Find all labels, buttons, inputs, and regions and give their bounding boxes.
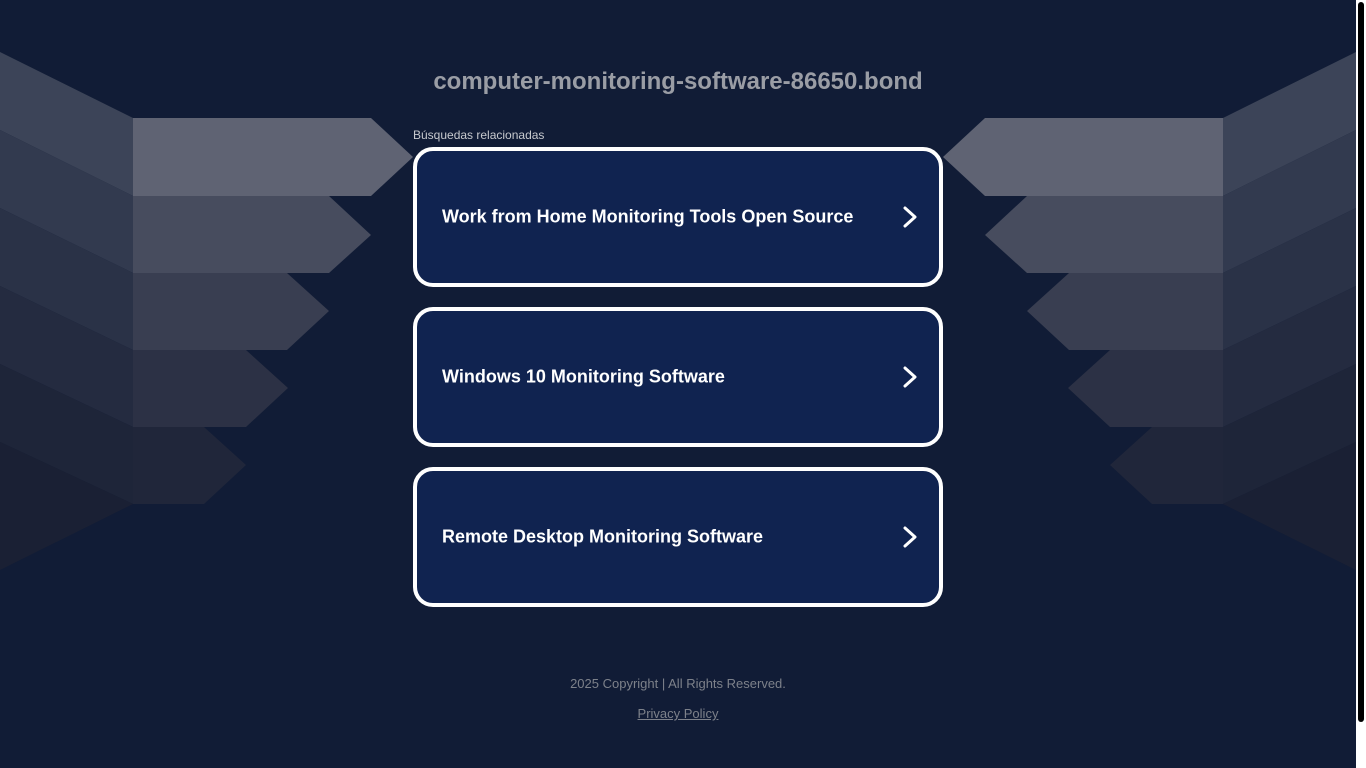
- related-link-label: Remote Desktop Monitoring Software: [442, 526, 764, 547]
- chevron-right-icon: [903, 366, 917, 388]
- related-link-remote-desktop[interactable]: Remote Desktop Monitoring Software: [413, 467, 943, 607]
- chevron-right-icon: [903, 526, 917, 548]
- chevron-right-icon: [903, 206, 917, 228]
- scrollbar-thumb[interactable]: [1358, 2, 1364, 722]
- privacy-policy-link[interactable]: Privacy Policy: [638, 706, 719, 721]
- footer-copyright: 2025 Copyright | All Rights Reserved.: [570, 676, 786, 691]
- related-link-label: Work from Home Monitoring Tools Open Sou…: [442, 206, 854, 227]
- related-searches-label: Búsquedas relacionadas: [413, 128, 545, 142]
- parked-domain-page: computer-monitoring-software-86650.bond …: [0, 0, 1366, 768]
- related-link-label: Windows 10 Monitoring Software: [442, 366, 725, 387]
- domain-title: computer-monitoring-software-86650.bond: [433, 68, 923, 95]
- related-link-work-from-home[interactable]: Work from Home Monitoring Tools Open Sou…: [413, 147, 943, 287]
- related-link-windows-10[interactable]: Windows 10 Monitoring Software: [413, 307, 943, 447]
- footer-privacy: Privacy Policy: [0, 706, 1356, 721]
